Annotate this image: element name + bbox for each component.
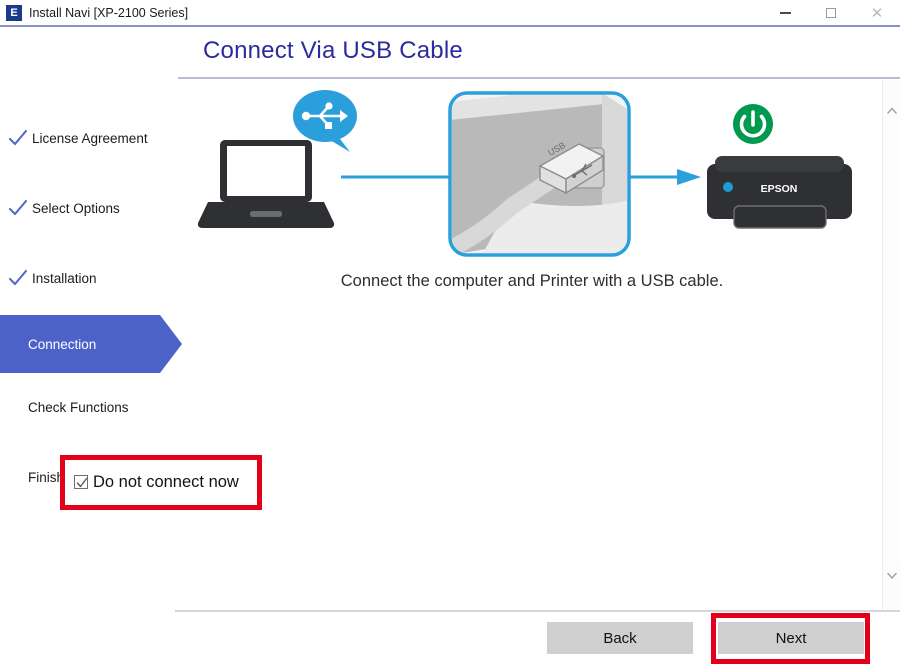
chevron-down-icon[interactable] bbox=[883, 565, 900, 585]
sidebar-item-label: Check Functions bbox=[28, 399, 129, 415]
sidebar-item-connection[interactable]: Connection bbox=[0, 315, 182, 373]
main-content: USB EPSON Connect the computer and Print… bbox=[182, 80, 882, 610]
next-button[interactable]: Next bbox=[718, 622, 864, 654]
usb-connection-illustration: USB EPSON bbox=[182, 80, 882, 280]
title-bar-divider bbox=[0, 25, 900, 27]
sidebar-item-label: Finish bbox=[28, 469, 65, 485]
window-controls: ✕ bbox=[762, 0, 900, 26]
scrollbar-track[interactable] bbox=[883, 120, 900, 565]
sidebar-item-installation[interactable]: Installation bbox=[0, 249, 182, 307]
printer-brand-label: EPSON bbox=[761, 183, 798, 195]
printer-icon: EPSON bbox=[707, 156, 852, 229]
checkmark-icon bbox=[8, 128, 28, 148]
power-button-icon bbox=[733, 104, 773, 144]
maximize-icon bbox=[826, 8, 836, 18]
maximize-button[interactable] bbox=[808, 0, 854, 26]
instruction-caption: Connect the computer and Printer with a … bbox=[340, 272, 724, 290]
sidebar-item-select-options[interactable]: Select Options bbox=[0, 179, 182, 237]
header-divider bbox=[178, 77, 900, 79]
sidebar-item-check-functions[interactable]: Check Functions bbox=[0, 378, 182, 436]
laptop-icon bbox=[197, 140, 335, 228]
close-icon: ✕ bbox=[870, 4, 884, 22]
checkbox-label: Do not connect now bbox=[93, 472, 239, 491]
sidebar-item-license-agreement[interactable]: License Agreement bbox=[0, 109, 182, 167]
checkbox-icon[interactable] bbox=[74, 475, 88, 489]
sidebar-item-label: License Agreement bbox=[32, 130, 148, 146]
usb-cable-port-photo: USB bbox=[448, 91, 631, 257]
checkmark-icon bbox=[8, 198, 28, 218]
close-button[interactable]: ✕ bbox=[854, 0, 900, 26]
window-title: Install Navi [XP-2100 Series] bbox=[29, 6, 189, 20]
back-button[interactable]: Back bbox=[547, 622, 693, 654]
footer-divider bbox=[175, 610, 900, 612]
checkmark-icon bbox=[8, 268, 28, 288]
step-sidebar: License Agreement Select Options Install… bbox=[0, 80, 182, 610]
vertical-scrollbar[interactable] bbox=[882, 80, 900, 610]
sidebar-item-label: Select Options bbox=[32, 200, 120, 216]
minimize-button[interactable] bbox=[762, 0, 808, 26]
page-title: Connect Via USB Cable bbox=[203, 37, 463, 64]
install-navi-window: E Install Navi [XP-2100 Series] ✕ Connec… bbox=[0, 0, 900, 670]
epson-e-icon: E bbox=[6, 5, 22, 21]
chevron-up-icon[interactable] bbox=[883, 100, 900, 120]
do-not-connect-now-checkbox[interactable]: Do not connect now bbox=[74, 468, 239, 496]
sidebar-item-label: Connection bbox=[28, 336, 97, 352]
sidebar-item-label: Installation bbox=[32, 270, 97, 286]
minimize-icon bbox=[779, 12, 791, 14]
